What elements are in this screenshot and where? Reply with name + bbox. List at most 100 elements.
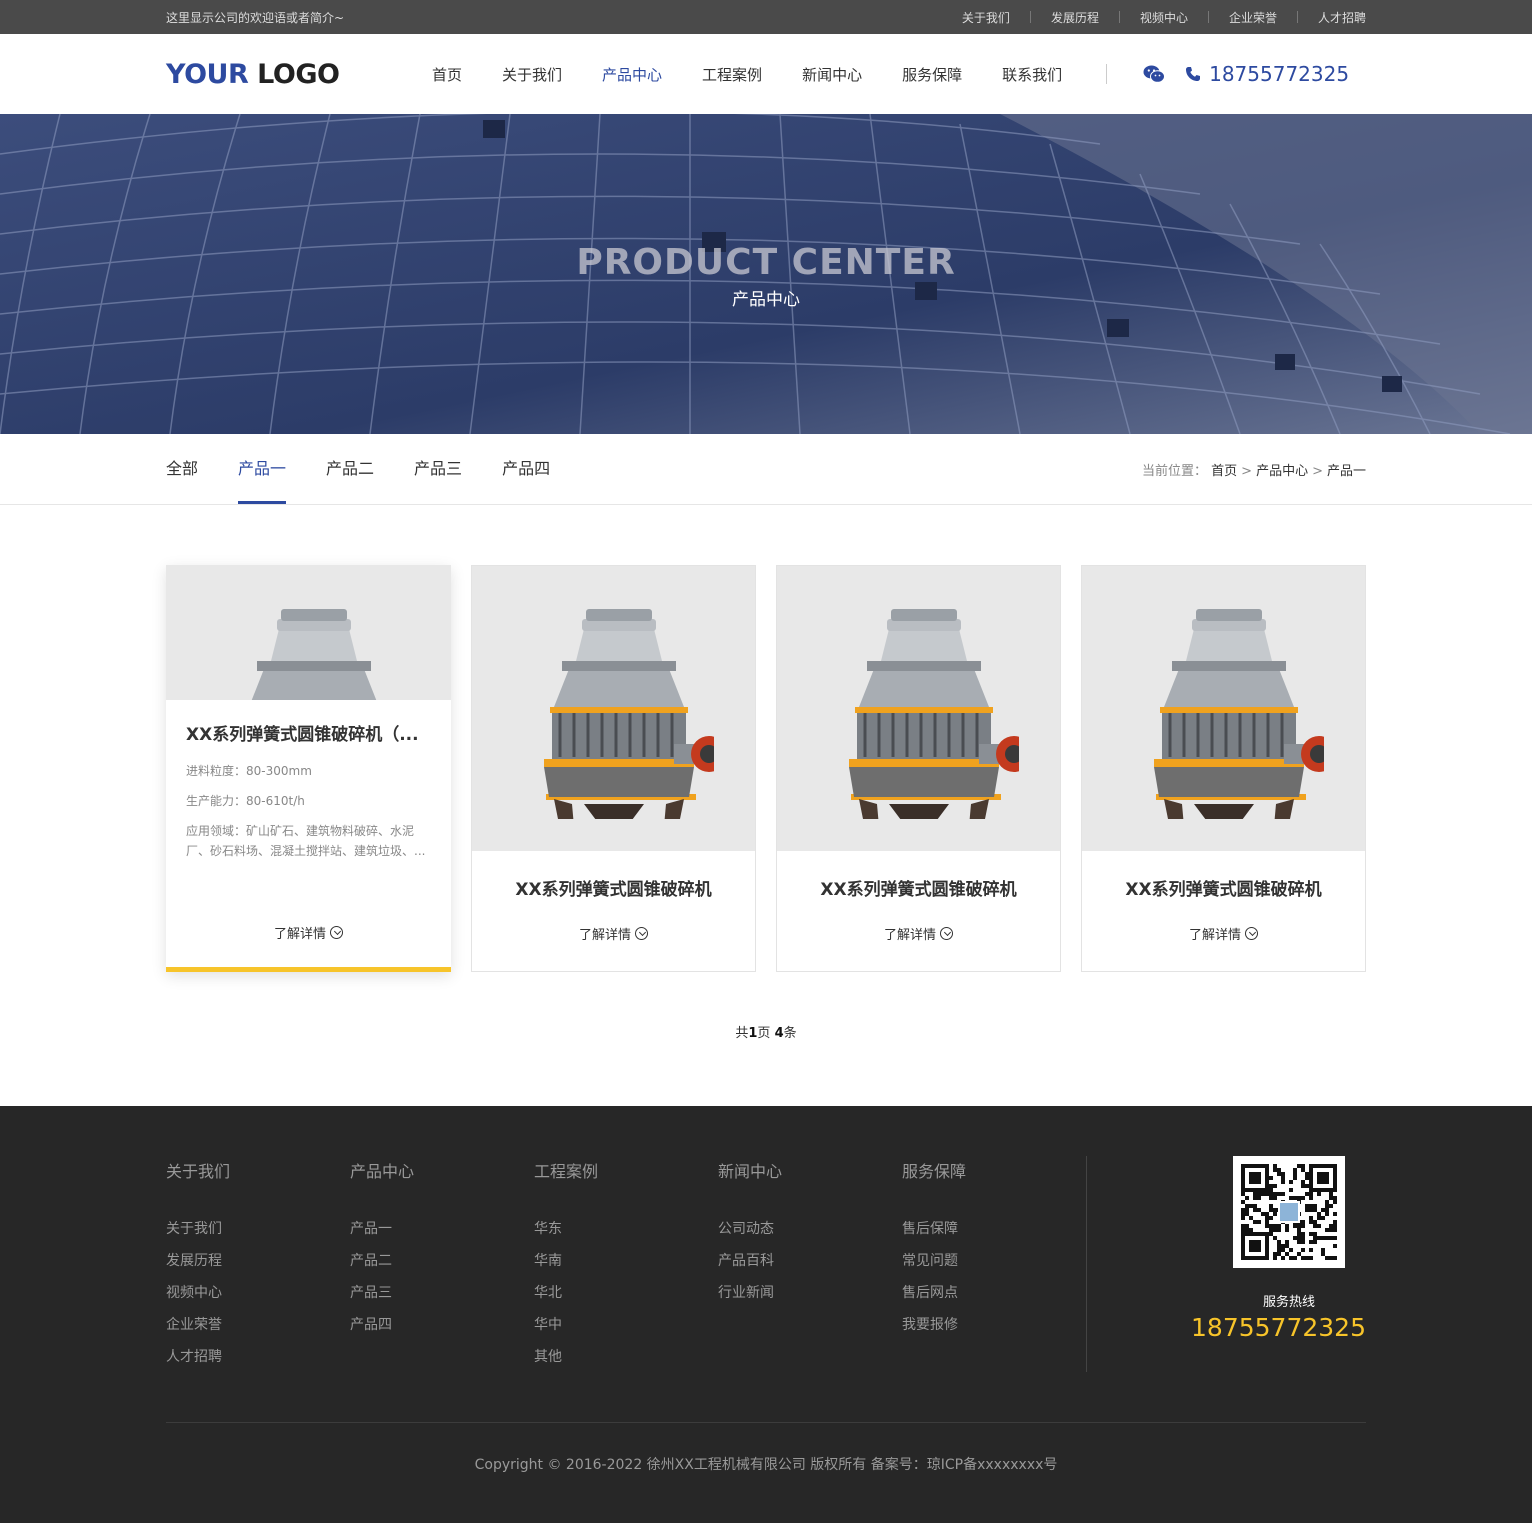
wechat-icon[interactable] — [1143, 65, 1166, 83]
pager-suffix: 条 — [783, 1026, 797, 1041]
product-image[interactable] — [472, 566, 755, 851]
top-link-video[interactable]: 视频中心 — [1140, 9, 1188, 26]
footer-col-news: 新闻中心 公司动态 产品百科 行业新闻 — [718, 1158, 902, 1380]
learn-more-label: 了解详情 — [273, 927, 326, 942]
cone-crusher-image — [848, 608, 1019, 819]
header-contact: 18755772325 — [1143, 62, 1349, 86]
chevron-down-circle-icon — [635, 927, 648, 940]
hover-accent-bar — [166, 967, 451, 972]
footer-col-title[interactable]: 关于我们 — [166, 1158, 350, 1182]
footer-link[interactable]: 产品一 — [350, 1220, 534, 1238]
header: YOUR LOGO 首页 关于我们 产品中心 工程案例 新闻中心 服务保障 联系… — [0, 34, 1532, 114]
tab-product-3[interactable]: 产品三 — [414, 434, 462, 504]
footer-rule — [166, 1422, 1366, 1423]
footer-link[interactable]: 常见问题 — [902, 1252, 1086, 1270]
footer-link[interactable]: 产品四 — [350, 1316, 534, 1334]
header-phone[interactable]: 18755772325 — [1209, 62, 1349, 86]
product-image[interactable] — [1082, 566, 1365, 851]
main-nav: 首页 关于我们 产品中心 工程案例 新闻中心 服务保障 联系我们 — [432, 64, 1143, 85]
breadcrumb-products[interactable]: 产品中心 — [1256, 464, 1308, 479]
chevron-down-circle-icon — [940, 927, 953, 940]
footer-col-title[interactable]: 产品中心 — [350, 1158, 534, 1182]
footer-link[interactable]: 企业荣誉 — [166, 1316, 350, 1334]
footer-link[interactable]: 公司动态 — [718, 1220, 902, 1238]
footer-link[interactable]: 人才招聘 — [166, 1348, 350, 1366]
pager-mid: 页 — [757, 1026, 775, 1041]
top-link-history[interactable]: 发展历程 — [1051, 9, 1099, 26]
nav-news[interactable]: 新闻中心 — [802, 64, 862, 85]
learn-more-link[interactable]: 了解详情 — [166, 923, 451, 942]
product-card-hovered[interactable]: XX系列弹簧式圆锥破碎机（... 进料粒度：80-300mm 生产能力：80-6… — [166, 565, 451, 972]
footer-columns: 关于我们 关于我们 发展历程 视频中心 企业荣誉 人才招聘 产品中心 产品一 产… — [166, 1158, 1086, 1380]
footer-link[interactable]: 华东 — [534, 1220, 718, 1238]
learn-more-link[interactable]: 了解详情 — [1082, 924, 1365, 943]
nav-home[interactable]: 首页 — [432, 64, 462, 85]
footer-link[interactable]: 关于我们 — [166, 1220, 350, 1238]
qr-code — [1233, 1156, 1345, 1268]
nav-divider — [1106, 64, 1108, 84]
footer-link[interactable]: 售后网点 — [902, 1284, 1086, 1302]
footer-divider — [1086, 1156, 1087, 1372]
nav-about[interactable]: 关于我们 — [502, 64, 562, 85]
breadcrumb-home[interactable]: 首页 — [1211, 464, 1237, 479]
footer-link[interactable]: 售后保障 — [902, 1220, 1086, 1238]
product-name[interactable]: XX系列弹簧式圆锥破碎机（... — [186, 720, 431, 745]
nav-products[interactable]: 产品中心 — [602, 64, 662, 85]
learn-more-label: 了解详情 — [883, 928, 936, 943]
nav-cases[interactable]: 工程案例 — [702, 64, 762, 85]
product-card[interactable]: XX系列弹簧式圆锥破碎机 了解详情 — [471, 565, 756, 972]
breadcrumb: 当前位置： 首页 > 产品中心 > 产品一 — [1141, 463, 1366, 479]
pager-count: 4 — [774, 1026, 784, 1041]
footer-col-title[interactable]: 工程案例 — [534, 1158, 718, 1182]
product-spec-capacity: 生产能力：80-610t/h — [186, 794, 305, 808]
banner-text: PRODUCT CENTER 产品中心 — [0, 242, 1532, 310]
top-link-about[interactable]: 关于我们 — [962, 9, 1010, 26]
footer-link[interactable]: 产品百科 — [718, 1252, 902, 1270]
product-image[interactable] — [777, 566, 1060, 851]
footer-col-title[interactable]: 服务保障 — [902, 1158, 1086, 1182]
learn-more-link[interactable]: 了解详情 — [472, 924, 755, 943]
learn-more-label: 了解详情 — [578, 928, 631, 943]
footer-link[interactable]: 视频中心 — [166, 1284, 350, 1302]
tab-all[interactable]: 全部 — [166, 434, 198, 504]
product-name[interactable]: XX系列弹簧式圆锥破碎机 — [1082, 875, 1365, 900]
product-card[interactable]: XX系列弹簧式圆锥破碎机 了解详情 — [1081, 565, 1366, 972]
footer-link[interactable]: 发展历程 — [166, 1252, 350, 1270]
nav-service[interactable]: 服务保障 — [902, 64, 962, 85]
footer-col-products: 产品中心 产品一 产品二 产品三 产品四 — [350, 1158, 534, 1380]
footer-link[interactable]: 华南 — [534, 1252, 718, 1270]
learn-more-label: 了解详情 — [1188, 928, 1241, 943]
hotline-number[interactable]: 18755772325 — [1191, 1313, 1366, 1342]
cone-crusher-image — [1153, 608, 1324, 819]
chevron-down-circle-icon — [1245, 927, 1258, 940]
learn-more-link[interactable]: 了解详情 — [777, 924, 1060, 943]
footer-link[interactable]: 产品三 — [350, 1284, 534, 1302]
footer-link[interactable]: 行业新闻 — [718, 1284, 902, 1302]
logo-part-logo: LOGO — [257, 58, 340, 90]
footer-col-title[interactable]: 新闻中心 — [718, 1158, 902, 1182]
product-image[interactable] — [166, 565, 451, 700]
product-name[interactable]: XX系列弹簧式圆锥破碎机 — [777, 875, 1060, 900]
footer-link[interactable]: 我要报修 — [902, 1316, 1086, 1334]
footer-link[interactable]: 华北 — [534, 1284, 718, 1302]
banner-subtitle: 产品中心 — [732, 290, 800, 310]
product-card[interactable]: XX系列弹簧式圆锥破碎机 了解详情 — [776, 565, 1061, 972]
hotline-label: 服务热线 — [1262, 1295, 1315, 1310]
footer: 关于我们 关于我们 发展历程 视频中心 企业荣誉 人才招聘 产品中心 产品一 产… — [0, 1106, 1532, 1523]
tab-product-4[interactable]: 产品四 — [502, 434, 550, 504]
tab-product-2[interactable]: 产品二 — [326, 434, 374, 504]
footer-col-about: 关于我们 关于我们 发展历程 视频中心 企业荣誉 人才招聘 — [166, 1158, 350, 1380]
top-link-honor[interactable]: 企业荣誉 — [1229, 9, 1277, 26]
footer-link[interactable]: 产品二 — [350, 1252, 534, 1270]
logo[interactable]: YOUR LOGO — [166, 59, 432, 90]
nav-contact[interactable]: 联系我们 — [1002, 64, 1062, 85]
top-bar: 这里显示公司的欢迎语或者简介~ 关于我们 发展历程 视频中心 企业荣誉 人才招聘 — [0, 0, 1532, 34]
banner-title: PRODUCT CENTER — [576, 242, 956, 283]
category-tabs: 全部 产品一 产品二 产品三 产品四 — [166, 434, 590, 504]
footer-link[interactable]: 其他 — [534, 1348, 718, 1366]
product-name[interactable]: XX系列弹簧式圆锥破碎机 — [472, 875, 755, 900]
top-link-jobs[interactable]: 人才招聘 — [1318, 9, 1366, 26]
tab-product-1[interactable]: 产品一 — [238, 434, 287, 504]
logo-part-your: YOUR — [166, 58, 249, 90]
footer-link[interactable]: 华中 — [534, 1316, 718, 1334]
